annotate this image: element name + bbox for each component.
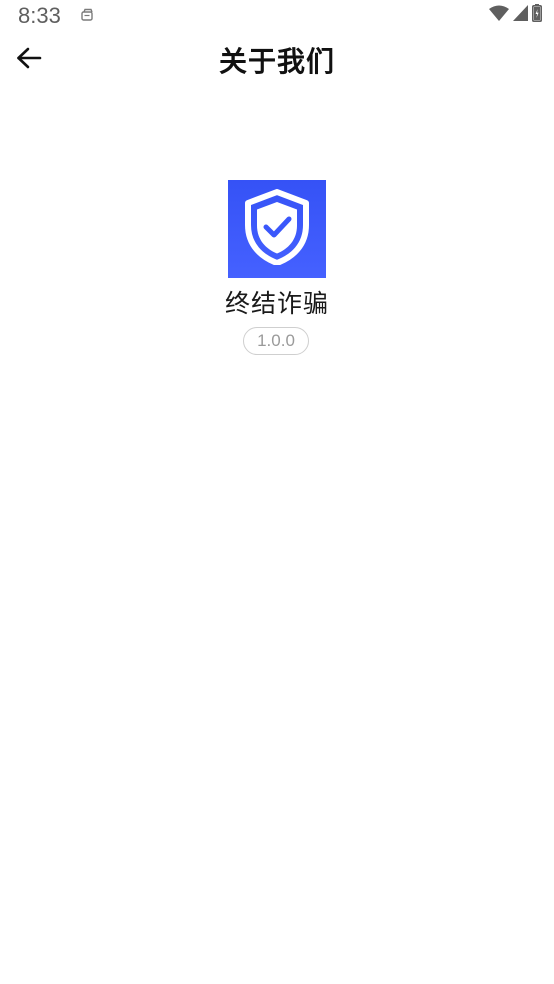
battery-icon — [532, 4, 542, 26]
about-screen: 8:33 关于我们 终结诈骗 1.0.0 — [0, 0, 554, 984]
status-icons — [489, 4, 542, 26]
version-label: 1.0.0 — [257, 331, 295, 350]
app-name: 终结诈骗 — [224, 289, 329, 318]
wifi-icon — [489, 5, 509, 25]
status-bar: 8:33 — [0, 0, 554, 32]
status-time: 8:33 — [18, 3, 61, 28]
cell-signal-icon — [513, 5, 528, 25]
page-title: 关于我们 — [218, 45, 335, 78]
version-badge: 1.0.0 — [243, 327, 309, 355]
app-logo — [228, 180, 326, 278]
notification-icon — [80, 7, 94, 21]
shield-check-icon — [242, 189, 312, 269]
app-bar: 关于我们 — [0, 32, 554, 88]
